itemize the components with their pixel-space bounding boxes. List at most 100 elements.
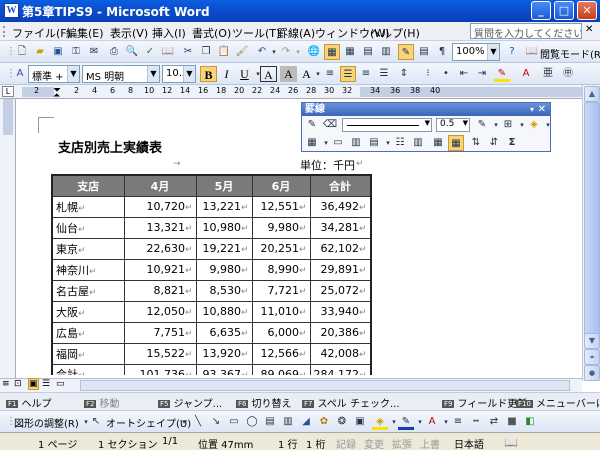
font-select[interactable]: MS 明朝 ▼: [82, 65, 160, 83]
outline-view-icon[interactable]: ☰: [42, 379, 50, 389]
sort-descending-icon[interactable]: ⇵: [486, 135, 502, 151]
value-cell[interactable]: 19,221↵: [195, 237, 253, 260]
style-icon[interactable]: A: [12, 66, 28, 82]
oval-icon[interactable]: ◯: [244, 414, 260, 430]
read-mode-icon[interactable]: 📖: [524, 44, 540, 60]
draw-menu-button[interactable]: 図形の調整(R): [14, 415, 79, 430]
highlight-icon[interactable]: ✎: [494, 66, 510, 82]
value-cell[interactable]: 7,751↵: [123, 321, 197, 344]
menu-file[interactable]: ファイル(F): [12, 25, 71, 41]
diagram-icon[interactable]: ✿: [316, 414, 332, 430]
print-layout-view-icon[interactable]: ▣: [28, 378, 39, 390]
browse-object-icon[interactable]: ●: [584, 365, 600, 381]
previous-page-icon[interactable]: ⏶: [584, 349, 600, 365]
value-cell[interactable]: 34,281↵: [309, 216, 372, 239]
value-cell[interactable]: 42,008↵: [309, 342, 372, 365]
spelling-status-icon[interactable]: 📖: [504, 436, 518, 449]
value-cell[interactable]: 25,072↵: [309, 279, 372, 302]
distributed-icon[interactable]: ☰: [376, 66, 392, 82]
normal-view-icon[interactable]: ≡: [2, 379, 10, 389]
value-cell[interactable]: 29,891↵: [309, 258, 372, 281]
enclose-char-icon[interactable]: ㊥: [560, 66, 576, 82]
increase-indent-icon[interactable]: ⇥: [474, 66, 490, 82]
font-size-select[interactable]: 10.5 ▼: [162, 65, 196, 83]
wordart-icon[interactable]: ◢: [298, 414, 314, 430]
value-cell[interactable]: 36,492↵: [309, 195, 372, 218]
character-shading-button[interactable]: A: [280, 66, 297, 82]
value-cell[interactable]: 10,880↵: [195, 300, 253, 323]
read-mode-button[interactable]: 閲覧モード(R): [540, 46, 600, 61]
distribute-columns-icon[interactable]: ▥: [410, 135, 426, 151]
horizontal-ruler[interactable]: L ⏷ ⏶ 2 2 4 6 8 10 12 14 16 18 20 22 24 …: [0, 85, 600, 101]
value-cell[interactable]: 8,530↵: [195, 279, 253, 302]
shading-dropdown-icon[interactable]: ▾: [540, 117, 556, 133]
numbering-icon[interactable]: ⁝: [420, 66, 436, 82]
redo-dropdown-icon[interactable]: ▾: [290, 44, 306, 60]
value-cell[interactable]: 13,920↵: [195, 342, 253, 365]
scroll-up-icon[interactable]: ▲: [584, 86, 600, 102]
branch-cell[interactable]: 神奈川↵: [51, 258, 125, 281]
shadow-icon[interactable]: ■: [504, 414, 520, 430]
style-select[interactable]: 標準 + 中 ▼: [28, 65, 80, 83]
fkey-f5[interactable]: F5 ジャンプ...: [158, 395, 222, 410]
status-overtype[interactable]: 上書: [420, 436, 440, 451]
value-cell[interactable]: 12,566↵: [251, 342, 311, 365]
phonetic-icon[interactable]: 亜: [540, 66, 556, 82]
dash-style-icon[interactable]: ┅: [468, 414, 484, 430]
status-record[interactable]: 記録: [336, 436, 356, 451]
columns-icon[interactable]: ▥: [378, 44, 394, 60]
textbox-icon[interactable]: ▤: [262, 414, 278, 430]
fkey-f6[interactable]: F6 切り替え: [236, 395, 291, 410]
value-cell[interactable]: 9,980↵: [251, 216, 311, 239]
fkey-f9[interactable]: F9 フィールド更新: [442, 395, 527, 410]
decrease-indent-icon[interactable]: ⇤: [456, 66, 472, 82]
show-hide-icon[interactable]: ¶: [434, 44, 450, 60]
font-dropdown-icon[interactable]: ▼: [147, 66, 159, 82]
line-weight-dropdown-icon[interactable]: ▼: [463, 119, 468, 127]
research-icon[interactable]: 📖: [160, 44, 176, 60]
arrow-style-icon[interactable]: ⇄: [486, 414, 502, 430]
web-view-icon[interactable]: ⊡: [14, 379, 22, 389]
tab-selector-icon[interactable]: L: [2, 86, 14, 97]
copy-icon[interactable]: ❐: [198, 44, 214, 60]
cut-icon[interactable]: ✂: [180, 44, 196, 60]
show-gridlines-icon[interactable]: ▦: [448, 135, 464, 151]
close-button[interactable]: ✕: [577, 1, 597, 20]
value-cell[interactable]: 33,940↵: [309, 300, 372, 323]
value-cell[interactable]: 62,102↵: [309, 237, 372, 260]
spelling-icon[interactable]: ✓: [142, 44, 158, 60]
value-cell[interactable]: 20,251↵: [251, 237, 311, 260]
value-cell[interactable]: 11,010↵: [251, 300, 311, 323]
branch-cell[interactable]: 広島↵: [51, 321, 125, 344]
distribute-rows-icon[interactable]: ☷: [392, 135, 408, 151]
align-center-icon[interactable]: ☰: [340, 66, 356, 82]
fkey-f10[interactable]: F10 メニューバーに: [516, 395, 600, 410]
bold-button[interactable]: B: [200, 66, 217, 82]
align-justify-icon[interactable]: ≡: [322, 66, 338, 82]
style-dropdown-icon[interactable]: ▼: [67, 66, 79, 82]
menu-insert[interactable]: 挿入(I): [152, 25, 186, 41]
value-cell[interactable]: 284,172↵: [309, 363, 372, 375]
drawing-icon[interactable]: ✎: [398, 44, 414, 60]
print-preview-icon[interactable]: 🔍: [124, 44, 140, 60]
new-document-icon[interactable]: 🗋: [14, 44, 30, 60]
menu-format[interactable]: 書式(O): [192, 25, 231, 41]
value-cell[interactable]: 10,980↵: [195, 216, 253, 239]
vertical-textbox-icon[interactable]: ▥: [280, 414, 296, 430]
help-icon[interactable]: ?: [504, 44, 520, 60]
value-cell[interactable]: 8,821↵: [123, 279, 197, 302]
open-folder-icon[interactable]: ▰: [32, 44, 48, 60]
merge-cells-icon[interactable]: ▭: [330, 135, 346, 151]
align-right-icon[interactable]: ≡: [358, 66, 374, 82]
status-extend[interactable]: 拡張: [392, 436, 412, 451]
picture-icon[interactable]: ▣: [352, 414, 368, 430]
clipart-icon[interactable]: ❂: [334, 414, 350, 430]
menu-table[interactable]: 罫線(A): [277, 25, 315, 41]
branch-cell[interactable]: 福岡↵: [51, 342, 125, 365]
value-cell[interactable]: 22,630↵: [123, 237, 197, 260]
line-spacing-icon[interactable]: ⇕: [396, 66, 412, 82]
line-icon[interactable]: ╲: [190, 414, 206, 430]
reading-view-icon[interactable]: ▭: [56, 379, 65, 389]
line-style-dropdown-icon[interactable]: ▼: [425, 119, 430, 127]
value-cell[interactable]: 6,635↵: [195, 321, 253, 344]
